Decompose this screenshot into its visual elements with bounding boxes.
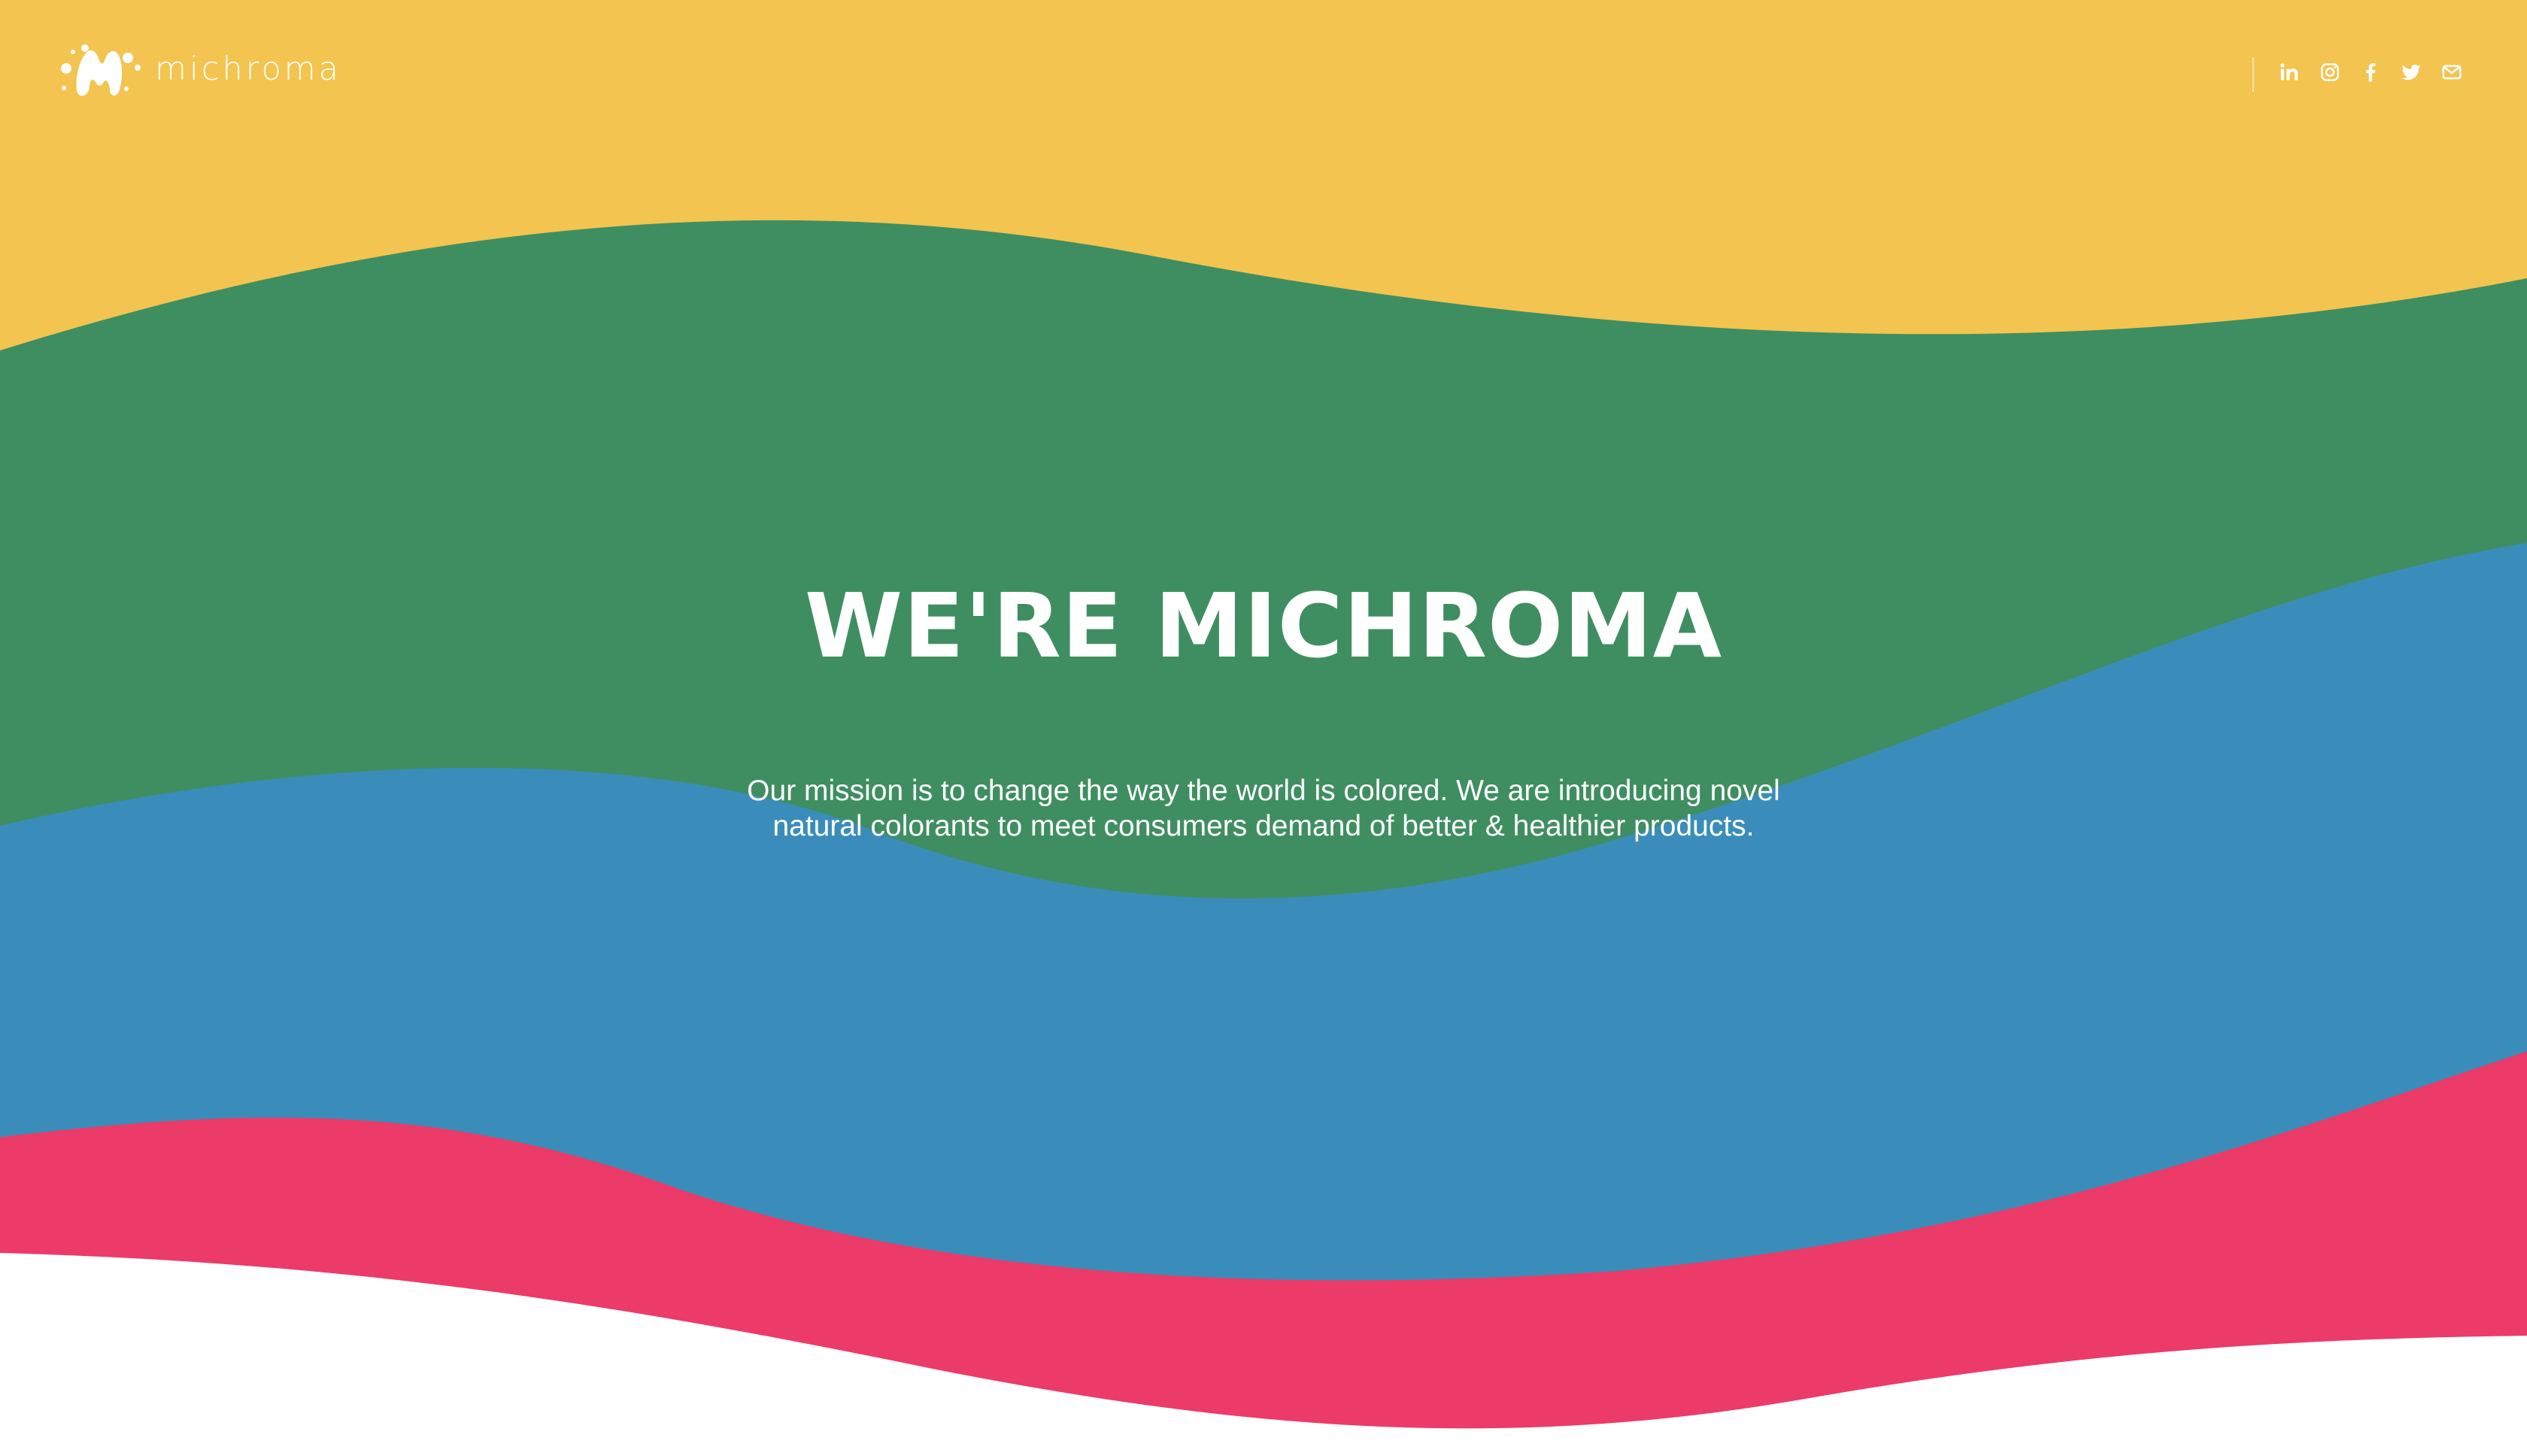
facebook-link[interactable] [2359,57,2383,87]
hero-section: WE'RE MICHROMA Our mission is to change … [0,572,2527,844]
brand-name: michroma [155,50,342,88]
mission-statement: Our mission is to change the way the wor… [747,775,1780,842]
facebook-icon [2366,63,2376,82]
twitter-icon [2401,64,2421,80]
site-header: michroma [0,0,2527,143]
linkedin-icon [2280,63,2298,80]
social-links [2277,57,2464,87]
hero-title: WE'RE MICHROMA [804,574,1723,678]
header-divider [2252,57,2254,92]
page: michroma WE'RE MICHROMA Our mission is t… [0,0,2527,1456]
twitter-link[interactable] [2399,57,2423,87]
instagram-icon [2321,63,2339,81]
michroma-logo-icon [61,44,141,96]
linkedin-link[interactable] [2277,57,2301,87]
instagram-link[interactable] [2318,57,2342,87]
logo-link[interactable]: michroma [57,42,341,101]
mail-icon [2442,65,2462,80]
email-link[interactable] [2440,57,2464,87]
